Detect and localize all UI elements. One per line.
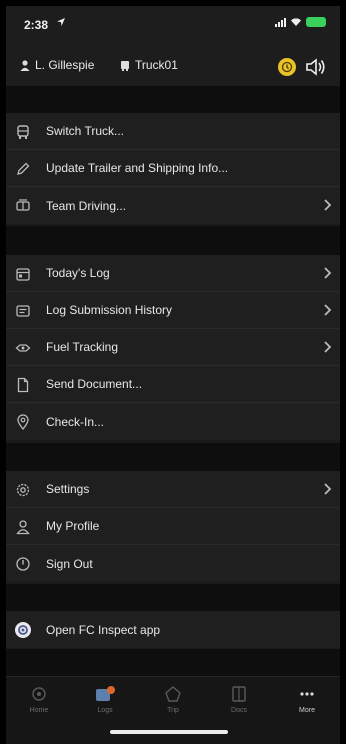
menu-item-switch-truck[interactable]: Switch Truck... bbox=[6, 113, 340, 150]
calendar-icon bbox=[14, 265, 32, 283]
menu-item-my-profile[interactable]: My Profile bbox=[6, 508, 340, 545]
status-time: 2:38 bbox=[24, 18, 49, 32]
wifi-icon bbox=[291, 18, 301, 26]
gear-icon bbox=[14, 481, 32, 499]
tab-docs[interactable]: Docs bbox=[210, 685, 268, 725]
menu-group-logs: Today's Log Log Submission History Fuel … bbox=[6, 255, 340, 440]
menu-item-label: Check-In... bbox=[46, 414, 105, 429]
status-indicators bbox=[275, 17, 326, 27]
menu-item-todays-log[interactable]: Today's Log bbox=[6, 255, 340, 292]
menu-item-label: My Profile bbox=[46, 519, 100, 533]
chevron-right-icon bbox=[324, 341, 332, 353]
menu-item-label: Settings bbox=[46, 482, 90, 496]
section-spacer bbox=[6, 584, 340, 611]
location-arrow-icon bbox=[57, 18, 65, 26]
logs-icon bbox=[96, 686, 115, 701]
chevron-right-icon bbox=[324, 199, 332, 211]
menu-item-label: Fuel Tracking bbox=[46, 340, 119, 354]
home-indicator[interactable] bbox=[110, 730, 228, 734]
truck-icon bbox=[14, 123, 32, 141]
menu-group-account: Settings My Profile Sign Out bbox=[6, 471, 340, 582]
tab-logs[interactable]: Logs bbox=[76, 685, 134, 725]
power-icon bbox=[14, 555, 32, 573]
person-icon bbox=[20, 59, 30, 71]
log-history-icon bbox=[14, 302, 32, 320]
menu-item-sign-out[interactable]: Sign Out bbox=[6, 545, 340, 582]
menu-item-label: Today's Log bbox=[46, 266, 110, 280]
tab-label: Logs bbox=[97, 707, 113, 714]
tab-label: Trip bbox=[167, 707, 179, 714]
menu-item-send-document[interactable]: Send Document... bbox=[6, 366, 340, 403]
menu-item-label: Update Trailer and Shipping Info... bbox=[46, 161, 229, 175]
cellular-signal-icon bbox=[275, 17, 286, 27]
alert-icon[interactable] bbox=[278, 58, 296, 76]
chevron-right-icon bbox=[324, 267, 332, 279]
section-spacer bbox=[6, 443, 340, 471]
tab-label: Docs bbox=[231, 707, 247, 714]
home-icon bbox=[32, 687, 46, 701]
menu-item-label: Log Submission History bbox=[46, 303, 173, 317]
driver-name: L. Gillespie bbox=[35, 58, 95, 72]
docs-icon bbox=[232, 686, 246, 702]
tab-label: Home bbox=[29, 707, 49, 714]
chevron-right-icon bbox=[324, 483, 332, 495]
menu-group-vehicle: Switch Truck... Update Trailer and Shipp… bbox=[6, 113, 340, 224]
menu-item-log-submission-history[interactable]: Log Submission History bbox=[6, 292, 340, 329]
menu-item-label: Open FC Inspect app bbox=[46, 622, 161, 637]
app-header: L. Gillespie Truck01 bbox=[6, 46, 340, 86]
tab-trip[interactable]: Trip bbox=[144, 685, 202, 725]
menu-item-label: Sign Out bbox=[46, 556, 93, 571]
location-pin-icon bbox=[14, 413, 32, 431]
menu-item-open-fc-inspect[interactable]: Open FC Inspect app bbox=[6, 611, 340, 648]
section-spacer bbox=[6, 86, 340, 113]
menu-group-apps: Open FC Inspect app bbox=[6, 611, 340, 648]
tab-home[interactable]: Home bbox=[10, 685, 68, 725]
driver-indicator[interactable]: L. Gillespie bbox=[20, 58, 94, 72]
menu-item-check-in[interactable]: Check-In... bbox=[6, 403, 340, 440]
menu-item-settings[interactable]: Settings bbox=[6, 471, 340, 508]
fuel-icon bbox=[14, 339, 32, 357]
menu-item-label: Send Document... bbox=[46, 377, 143, 391]
inspect-app-icon bbox=[14, 621, 32, 639]
section-spacer bbox=[6, 226, 340, 255]
trip-icon bbox=[165, 686, 181, 702]
menu-item-update-trailer[interactable]: Update Trailer and Shipping Info... bbox=[6, 150, 340, 187]
menu-item-label: Team Driving... bbox=[46, 198, 127, 213]
tab-more[interactable]: More bbox=[278, 685, 336, 725]
more-icon bbox=[300, 692, 314, 696]
speaker-icon[interactable] bbox=[304, 57, 326, 77]
truck-badge-icon bbox=[121, 60, 129, 71]
chevron-right-icon bbox=[324, 304, 332, 316]
document-icon bbox=[14, 376, 32, 394]
truck-name: Truck01 bbox=[135, 58, 178, 72]
menu-item-team-driving[interactable]: Team Driving... bbox=[6, 187, 340, 224]
app-screen: 2:38 L. Gillespie Truck01 Switch Truck..… bbox=[6, 6, 340, 744]
truck-indicator[interactable]: Truck01 bbox=[120, 58, 178, 72]
menu-item-label: Switch Truck... bbox=[46, 124, 125, 138]
section-spacer bbox=[6, 649, 340, 676]
battery-icon bbox=[306, 17, 326, 27]
person-icon bbox=[14, 518, 32, 536]
pencil-icon bbox=[14, 160, 32, 178]
tab-label: More bbox=[299, 707, 315, 714]
status-bar: 2:38 bbox=[6, 6, 340, 46]
team-icon bbox=[14, 197, 32, 215]
menu-item-fuel-tracking[interactable]: Fuel Tracking bbox=[6, 329, 340, 366]
